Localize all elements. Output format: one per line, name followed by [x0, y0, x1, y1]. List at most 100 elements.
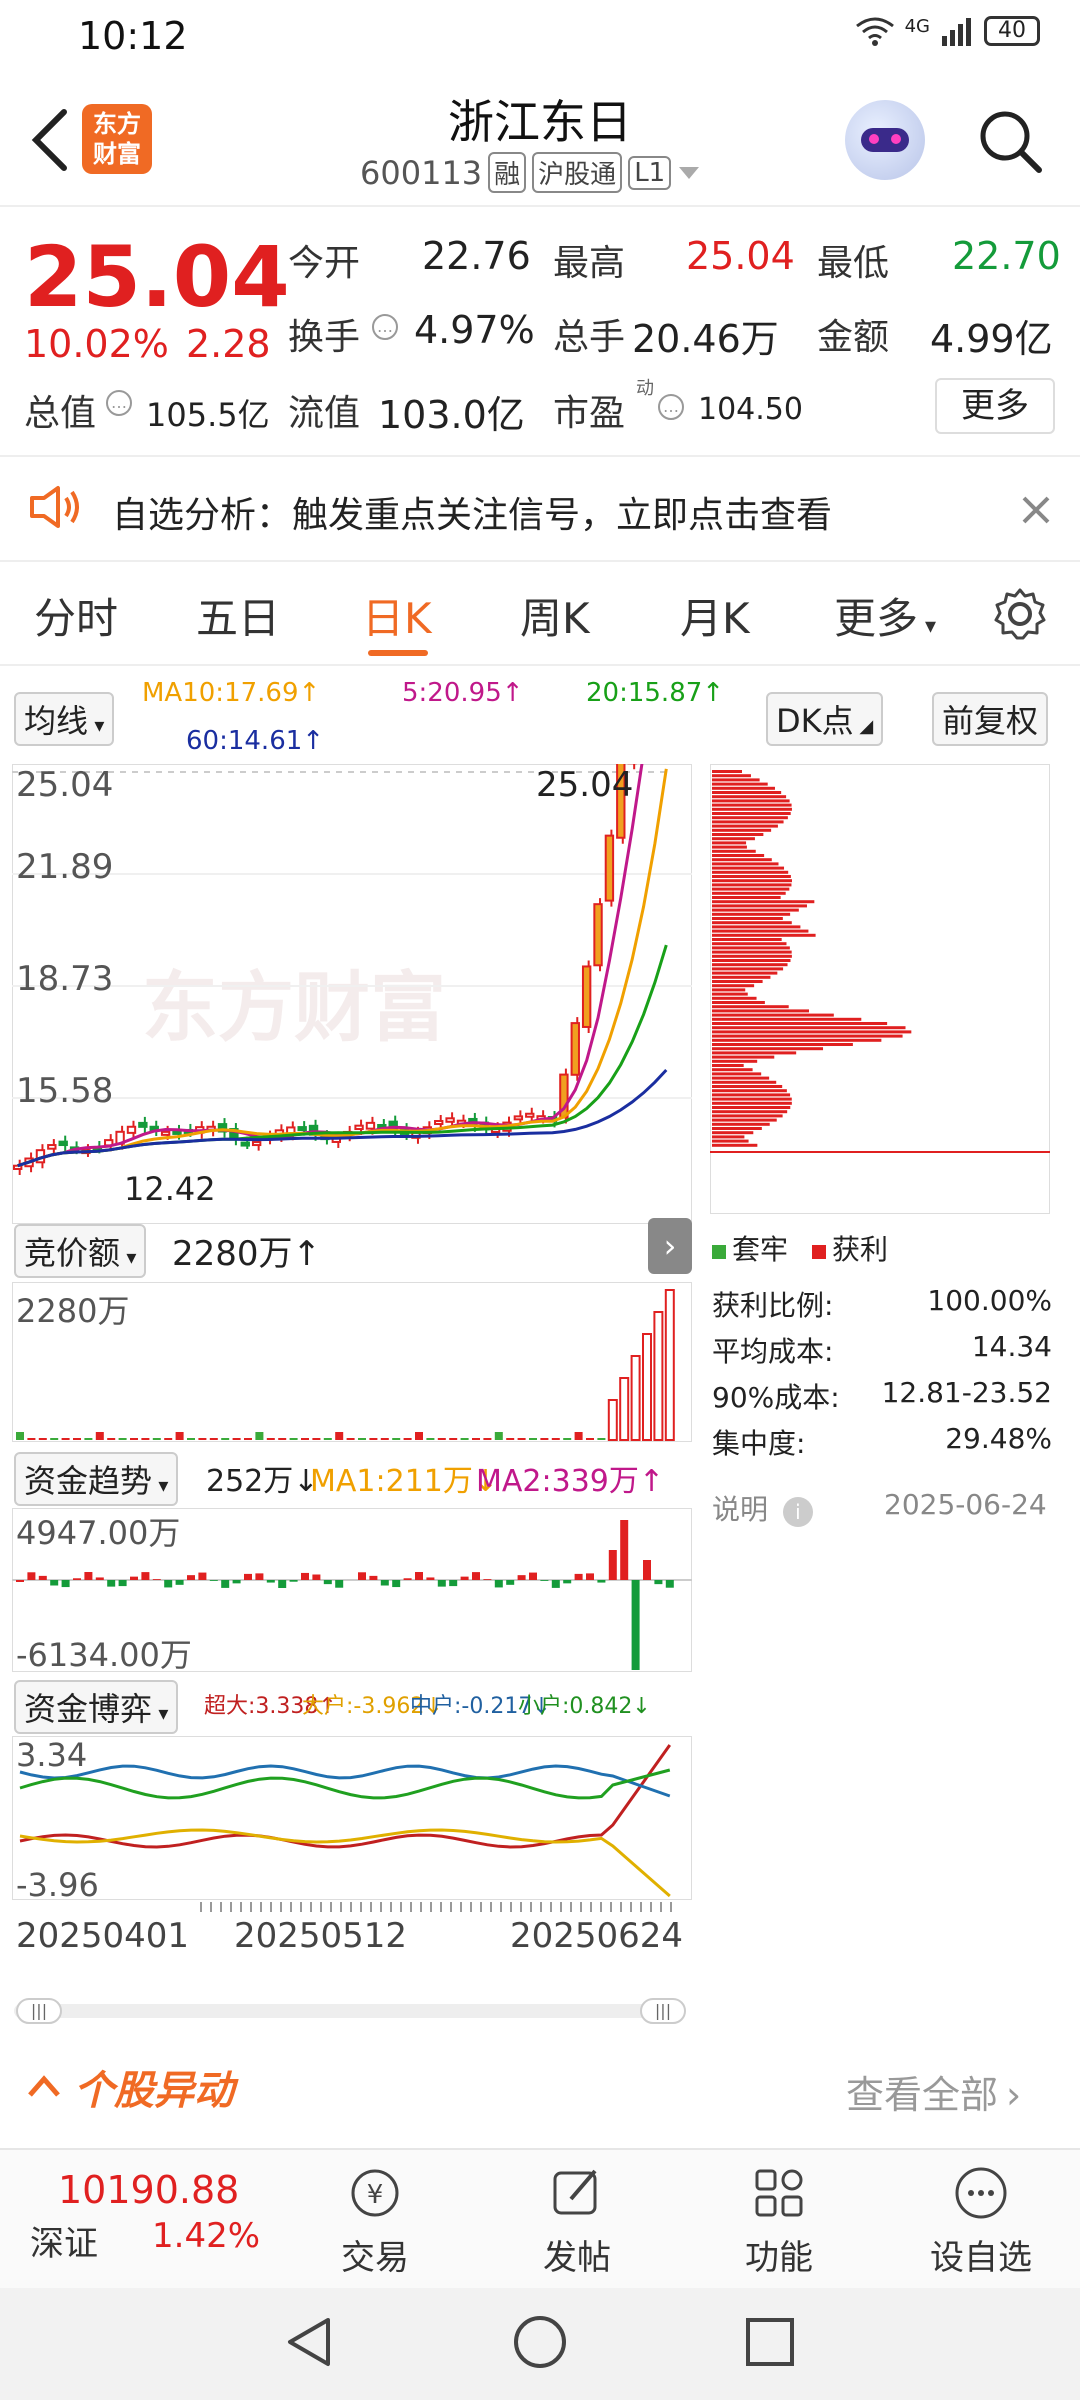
auction-bar	[84, 1438, 93, 1440]
chip-bar	[712, 996, 757, 1000]
tab-5day[interactable]: 五日	[196, 585, 280, 646]
chip-stat-value: 12.81-23.52	[881, 1376, 1052, 1409]
candle	[513, 1115, 524, 1121]
status-bar: 10:12 4G 40	[0, 0, 1080, 70]
flow-bar	[643, 1560, 651, 1580]
tab-monthly-k[interactable]: 月K	[680, 585, 750, 646]
flow-bar	[278, 1580, 287, 1588]
candle	[593, 903, 603, 967]
flow-bar	[175, 1580, 184, 1585]
movement-header[interactable]: 个股异动	[24, 2058, 234, 2116]
flow-bar	[460, 1576, 469, 1580]
flow-bar	[563, 1580, 572, 1584]
adjust-button[interactable]: 前复权	[932, 692, 1049, 746]
dropdown-icon	[679, 166, 700, 179]
high-value: 25.04	[686, 234, 795, 278]
flow-bar	[84, 1572, 93, 1580]
flow-bar	[107, 1580, 116, 1587]
nav-function-label: 功能	[745, 2238, 813, 2278]
candle	[58, 1140, 68, 1147]
chip-bar	[712, 908, 799, 912]
chip-note[interactable]: 说明 i	[712, 1488, 813, 1528]
tab-weekly-k[interactable]: 周K	[520, 585, 590, 646]
range-handle-right[interactable]: |||	[640, 1998, 686, 2024]
chip-bar	[712, 1089, 787, 1093]
assistant-avatar[interactable]	[845, 100, 925, 180]
chip-bar	[712, 778, 760, 782]
signal-icon	[942, 18, 971, 46]
nav-add-watchlist[interactable]: 设自选	[916, 2165, 1046, 2279]
date-label-start: 20250401	[16, 1916, 190, 1956]
candle	[604, 834, 615, 902]
active-tab-indicator	[368, 650, 428, 656]
chip-bar	[712, 866, 785, 870]
flow-bar	[301, 1572, 309, 1580]
auction-bar	[437, 1438, 446, 1440]
game-select[interactable]: 资金博弈 ▾	[14, 1680, 179, 1734]
chip-bar	[712, 900, 815, 904]
tag-margin: 融	[488, 152, 527, 193]
chip-bar	[712, 1106, 791, 1109]
tab-intraday[interactable]: 分时	[34, 585, 118, 646]
legend-trap-label: 套牢	[732, 1233, 789, 1266]
tab-more[interactable]: 更多 ▾	[834, 585, 936, 646]
flow-bar	[221, 1580, 230, 1588]
nav-trade[interactable]: ¥ 交易	[310, 2165, 440, 2279]
index-ticker[interactable]: 10190.88 深证 1.42%	[30, 2168, 280, 2265]
capital-game-chart: 3.34 -3.96	[12, 1736, 692, 1900]
header-divider	[0, 205, 1080, 207]
ma10-value: MA10:17.69↑	[142, 678, 321, 708]
system-recents-icon[interactable]	[740, 2312, 800, 2372]
section-gap	[0, 455, 1080, 457]
game-max: 3.34	[16, 1736, 87, 1774]
auction-bar	[164, 1438, 173, 1440]
tab-daily-k[interactable]: 日K	[362, 585, 432, 646]
auction-bar	[586, 1438, 594, 1440]
speaker-icon	[30, 486, 79, 528]
flow-select[interactable]: 资金趋势 ▾	[14, 1452, 179, 1506]
dk-point-button[interactable]: DK点 ◢	[766, 692, 884, 746]
chip-distribution-chart[interactable]	[710, 764, 1050, 1214]
view-all-link[interactable]: 查看全部 ›	[846, 2064, 1021, 2119]
more-button[interactable]: 更多	[935, 378, 1055, 434]
flow-bar	[654, 1580, 663, 1585]
system-back-icon[interactable]	[280, 2312, 340, 2372]
last-price: 25.04	[24, 228, 290, 326]
close-icon[interactable]	[1016, 490, 1056, 530]
auction-select[interactable]: 竞价额 ▾	[14, 1224, 147, 1278]
auction-bar	[517, 1438, 526, 1440]
auction-bar	[642, 1333, 652, 1441]
chip-stat-label: 获利比例:	[712, 1289, 834, 1322]
chip-bar	[712, 786, 775, 790]
y-label-3: 15.58	[16, 1071, 113, 1111]
chip-bar	[712, 858, 772, 862]
chip-bar	[712, 879, 792, 883]
chip-bar	[712, 1118, 777, 1122]
banner-text[interactable]: 自选分析：触发重点关注信号，立即点击查看	[112, 486, 832, 538]
settings-gear-icon[interactable]	[992, 586, 1048, 642]
amount-label: 金额	[817, 317, 890, 358]
system-home-icon[interactable]	[510, 2312, 570, 2372]
candle	[570, 1022, 580, 1076]
expand-panel-button[interactable]: ›	[648, 1218, 692, 1274]
ma-select[interactable]: 均线 ▾	[14, 692, 115, 746]
range-handle-left[interactable]: |||	[16, 1998, 62, 2024]
info-icon[interactable]: …	[104, 388, 134, 418]
info-icon[interactable]: …	[656, 392, 686, 422]
info-icon[interactable]: …	[370, 312, 400, 342]
nav-function[interactable]: 功能	[714, 2165, 844, 2279]
kline-chart[interactable]: 东方财富 25.04 21.89 18.73 15.58 25.04 12.42	[12, 764, 692, 1224]
flow-bar	[551, 1580, 560, 1588]
pe-superscript: 动	[636, 378, 654, 399]
candle	[126, 1125, 137, 1134]
status-time: 10:12	[78, 14, 188, 58]
nav-post[interactable]: 发帖	[512, 2165, 642, 2279]
candle	[138, 1121, 148, 1128]
status-icons: 4G 40	[855, 16, 1040, 46]
search-icon[interactable]	[975, 106, 1045, 176]
range-slider-track[interactable]	[14, 2004, 684, 2018]
chip-bar	[712, 1122, 770, 1126]
auction-bar	[563, 1438, 572, 1440]
stock-subtitle[interactable]: 600113 融 沪股通 L1	[360, 152, 701, 193]
amount-value: 4.99亿	[930, 317, 1053, 361]
